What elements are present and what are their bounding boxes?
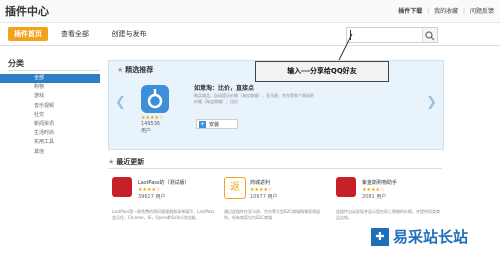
next-arrow-icon[interactable]: ❯: [426, 95, 437, 110]
featured-description: 购买商品，自动提示价格（淘宝商城）、亚马逊、京东等各个网站的价格（淘宝商城），比…: [194, 93, 314, 104]
install-button[interactable]: + 安装: [196, 119, 238, 129]
card-description: 通过此插件在亚马逊、京东等大型B2C商城购物获得返利，所有商家均为B2C商城: [224, 209, 321, 220]
divider: [108, 168, 442, 169]
watermark: ✚ 易采站长站: [358, 218, 500, 257]
card-name[interactable]: 商城返利: [250, 179, 270, 186]
card-count: 39627 用户: [138, 194, 166, 200]
card-name[interactable]: LastPass的（测试版）: [138, 179, 189, 186]
plus-icon: +: [199, 121, 206, 128]
card-count: 2081 用户: [362, 194, 387, 200]
card-name[interactable]: 紫金斯购物助手: [362, 179, 397, 186]
sidebar-item-tools[interactable]: 实用工具: [0, 138, 100, 147]
recent-title: ★ 最近更新: [108, 157, 144, 167]
sidebar-item-shopping[interactable]: 购物: [0, 83, 100, 92]
featured-title: ★ 精选推荐: [117, 65, 153, 75]
sidebar-item-lifestyle[interactable]: 生活时尚: [0, 129, 100, 138]
annotation-callout: 输入---分享给QQ好友: [255, 61, 389, 82]
sidebar-item-music-video[interactable]: 音乐视频: [0, 102, 100, 111]
sidebar-title: 分类: [8, 59, 24, 68]
prev-arrow-icon[interactable]: ❮: [115, 95, 126, 110]
card-description: LastPass是一款免费的密码管理器和表单填写，LastPass会记住，Chr…: [112, 209, 215, 220]
watermark-logo-icon: ✚: [371, 228, 389, 246]
app-logo-icon: [147, 89, 163, 109]
featured-app-icon[interactable]: [141, 85, 169, 113]
featured-title-text: 精选推荐: [125, 66, 154, 74]
user-count-label: 用户: [141, 128, 152, 134]
sidebar: 全部 购物 游戏 音乐视频 社交 新闻资讯 生活时尚 实用工具 其他: [0, 74, 100, 157]
sidebar-item-games[interactable]: 游戏: [0, 92, 100, 101]
recent-title-text: 最近更新: [116, 158, 145, 166]
card-count: 10677 用户: [250, 194, 278, 200]
app-card-rebate[interactable]: 返 商城返利 ★★★★☆ 10677 用户 通过此插件在亚马逊、京东等大型B2C…: [220, 177, 328, 257]
app-card-lastpass[interactable]: LastPass的（测试版） ★★★★☆ 39627 用户 LastPass是一…: [108, 177, 216, 257]
star-icon: ★: [108, 158, 115, 166]
sidebar-item-news[interactable]: 新闻资讯: [0, 120, 100, 129]
watermark-text: 易采站长站: [393, 228, 469, 246]
star-icon: ★: [117, 66, 124, 74]
featured-headline[interactable]: 如意淘：比价，直接点: [194, 83, 254, 92]
rebate-icon: 返: [224, 177, 246, 199]
install-label: 安装: [209, 122, 220, 128]
search-app-icon: [336, 177, 356, 197]
sidebar-item-all[interactable]: 全部: [0, 74, 100, 84]
sidebar-item-other[interactable]: 其他: [0, 148, 100, 157]
lastpass-icon: [112, 177, 132, 197]
sidebar-item-social[interactable]: 社交: [0, 111, 100, 120]
divider: [8, 70, 100, 71]
